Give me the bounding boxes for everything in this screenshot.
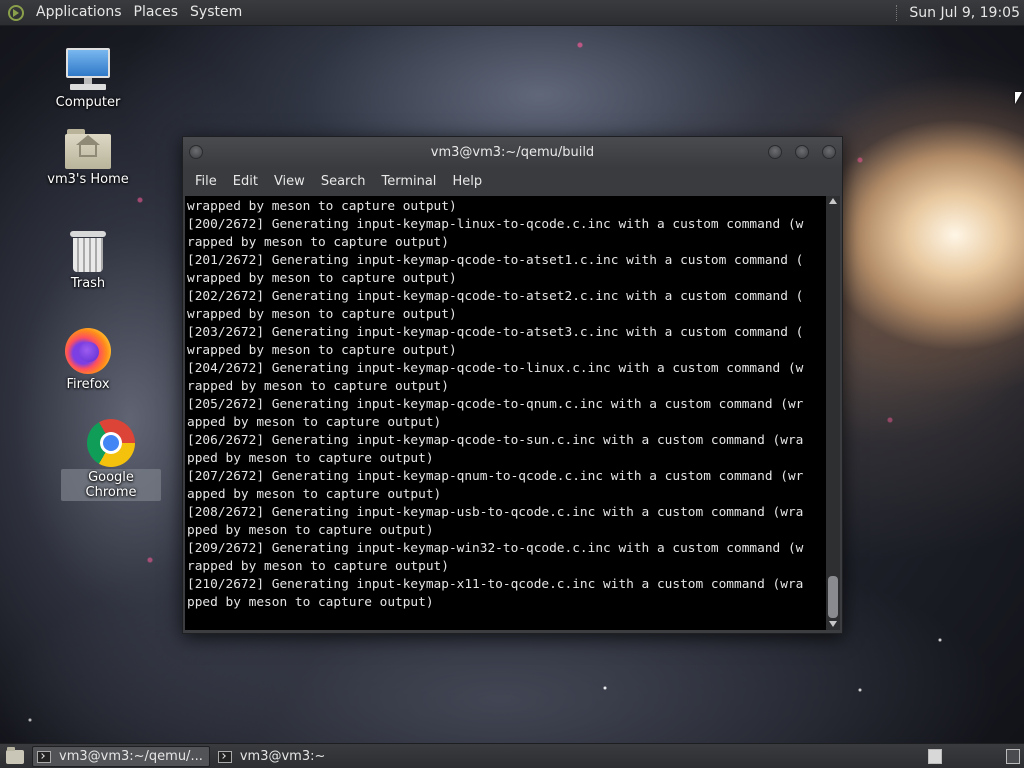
- terminal-line: rapped by meson to capture output): [187, 559, 449, 574]
- taskbar-button-home-terminal[interactable]: vm3@vm3:~: [214, 746, 332, 767]
- top-panel: Applications Places System Sun Jul 9, 19…: [0, 0, 1024, 26]
- menu-terminal[interactable]: Terminal: [373, 168, 444, 196]
- terminal-line: [206/2672] Generating input-keymap-qcode…: [187, 433, 804, 448]
- terminal-icon: [217, 750, 232, 763]
- system-menu[interactable]: System: [184, 0, 248, 25]
- desktop-icon-google-chrome[interactable]: Google Chrome: [61, 419, 161, 501]
- menu-view[interactable]: View: [266, 168, 313, 196]
- workspace-1[interactable]: [928, 749, 942, 764]
- window-menu-button[interactable]: [189, 145, 203, 159]
- desktop-icon-label: Computer: [55, 95, 121, 110]
- scrollbar-thumb[interactable]: [828, 576, 838, 618]
- panel-clock-area: Sun Jul 9, 19:05: [896, 4, 1024, 21]
- distro-logo-icon[interactable]: [8, 4, 24, 21]
- home-folder-icon: [65, 129, 111, 169]
- desktop-icon-label: Google Chrome: [61, 469, 161, 501]
- taskbar-label: vm3@vm3:~: [239, 749, 326, 764]
- terminal-icon: [37, 750, 51, 763]
- terminal-line: wrapped by meson to capture output): [187, 199, 457, 214]
- terminal-line: apped by meson to capture output): [187, 415, 442, 430]
- places-menu[interactable]: Places: [128, 0, 185, 25]
- terminal-text: wrapped by meson to capture output) [200/…: [185, 196, 826, 612]
- trash-icon: [70, 229, 106, 273]
- bottom-panel: vm3@vm3:~/qemu/... vm3@vm3:~: [0, 743, 1024, 768]
- desktop-icon-label: Trash: [70, 276, 106, 291]
- terminal-line: [201/2672] Generating input-keymap-qcode…: [187, 253, 804, 268]
- desktop-icon-label: Firefox: [66, 377, 110, 392]
- desktop-icon-firefox[interactable]: Firefox: [38, 328, 138, 393]
- scroll-down-arrow-icon[interactable]: [829, 621, 837, 627]
- terminal-line: rapped by meson to capture output): [187, 235, 449, 250]
- computer-icon: [64, 46, 112, 92]
- taskbar-label: vm3@vm3:~/qemu/...: [59, 749, 203, 764]
- mouse-pointer-icon: [1015, 92, 1022, 104]
- firefox-icon: [65, 328, 111, 374]
- terminal-line: pped by meson to capture output): [187, 595, 434, 610]
- desktop-icon-label: vm3's Home: [47, 172, 129, 187]
- scroll-up-arrow-icon[interactable]: [829, 198, 837, 204]
- workspace-2[interactable]: [1006, 749, 1020, 764]
- terminal-output[interactable]: wrapped by meson to capture output) [200/…: [185, 196, 826, 630]
- show-desktop-icon[interactable]: [6, 746, 24, 764]
- terminal-line: rapped by meson to capture output): [187, 379, 449, 394]
- menu-search[interactable]: Search: [313, 168, 374, 196]
- menu-edit[interactable]: Edit: [225, 168, 266, 196]
- terminal-line: wrapped by meson to capture output): [187, 307, 457, 322]
- terminal-line: [209/2672] Generating input-keymap-win32…: [187, 541, 804, 556]
- menu-help[interactable]: Help: [444, 168, 490, 196]
- terminal-titlebar[interactable]: vm3@vm3:~/qemu/build: [183, 137, 842, 168]
- terminal-line: [205/2672] Generating input-keymap-qcode…: [187, 397, 804, 412]
- terminal-line: [204/2672] Generating input-keymap-qcode…: [187, 361, 804, 376]
- workspace-switcher[interactable]: [928, 749, 1024, 764]
- panel-separator: [896, 4, 899, 21]
- terminal-menubar: File Edit View Search Terminal Help: [183, 168, 842, 196]
- window-title: vm3@vm3:~/qemu/build: [430, 145, 595, 160]
- terminal-line: wrapped by meson to capture output): [187, 271, 457, 286]
- terminal-scrollbar[interactable]: [826, 196, 840, 630]
- terminal-line: [210/2672] Generating input-keymap-x11-t…: [187, 577, 804, 592]
- terminal-line: apped by meson to capture output): [187, 487, 442, 502]
- desktop: Applications Places System Sun Jul 9, 19…: [0, 0, 1024, 768]
- terminal-window[interactable]: vm3@vm3:~/qemu/build File Edit View Sear…: [182, 136, 843, 634]
- applications-menu[interactable]: Applications: [30, 0, 128, 25]
- desktop-icon-home[interactable]: vm3's Home: [38, 129, 138, 188]
- terminal-line: [202/2672] Generating input-keymap-qcode…: [187, 289, 804, 304]
- terminal-line: [203/2672] Generating input-keymap-qcode…: [187, 325, 804, 340]
- maximize-button[interactable]: [795, 145, 809, 159]
- desktop-icon-computer[interactable]: Computer: [38, 46, 138, 111]
- chrome-icon: [87, 419, 135, 467]
- terminal-line: [207/2672] Generating input-keymap-qnum-…: [187, 469, 804, 484]
- menu-file[interactable]: File: [187, 168, 225, 196]
- terminal-line: pped by meson to capture output): [187, 523, 434, 538]
- desktop-icon-trash[interactable]: Trash: [38, 229, 138, 292]
- clock[interactable]: Sun Jul 9, 19:05: [909, 5, 1024, 21]
- minimize-button[interactable]: [768, 145, 782, 159]
- terminal-line: pped by meson to capture output): [187, 451, 434, 466]
- taskbar-button-qemu-build[interactable]: vm3@vm3:~/qemu/...: [32, 746, 210, 767]
- terminal-line: [200/2672] Generating input-keymap-linux…: [187, 217, 804, 232]
- terminal-line: wrapped by meson to capture output): [187, 343, 457, 358]
- close-button[interactable]: [822, 145, 836, 159]
- terminal-line: [208/2672] Generating input-keymap-usb-t…: [187, 505, 804, 520]
